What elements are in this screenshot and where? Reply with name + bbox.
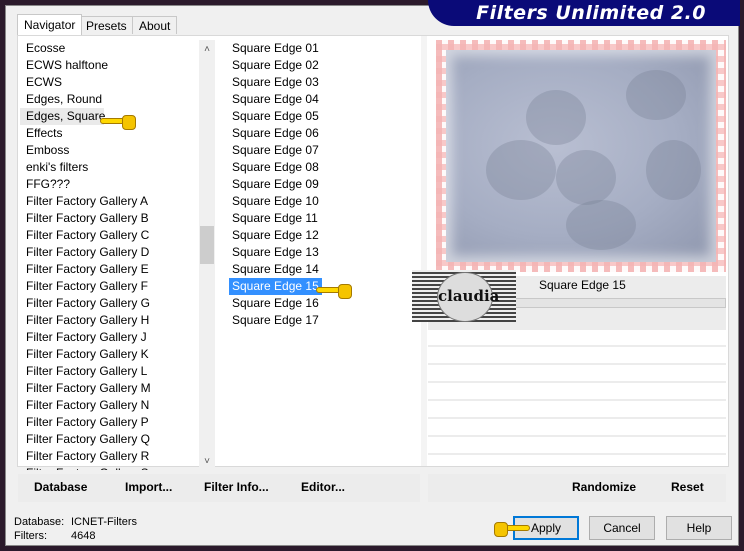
category-item[interactable]: FFG???	[20, 176, 200, 193]
reset-button[interactable]: Reset	[671, 480, 704, 494]
pointing-hand-icon	[494, 520, 530, 538]
filter-item[interactable]: Square Edge 12	[229, 227, 322, 244]
filters-count: 4648	[71, 530, 96, 542]
param-slot	[428, 453, 726, 455]
category-item[interactable]: Filter Factory Gallery S	[20, 465, 200, 470]
category-item[interactable]: Filter Factory Gallery D	[20, 244, 200, 261]
database-label: Database:	[14, 516, 65, 528]
flower-shape	[646, 140, 701, 200]
preview-content	[446, 50, 716, 262]
list-divider	[421, 36, 427, 466]
param-slot	[428, 363, 726, 365]
flower-shape	[526, 90, 586, 145]
filters-label: Filters:	[14, 530, 47, 542]
scroll-up-icon[interactable]: ˄	[199, 42, 215, 58]
category-item[interactable]: Filter Factory Gallery E	[20, 261, 200, 278]
filter-item[interactable]: Square Edge 03	[229, 74, 322, 91]
tab-about[interactable]: About	[132, 16, 178, 34]
category-item[interactable]: Edges, Round	[20, 91, 200, 108]
filter-item[interactable]: Square Edge 05	[229, 108, 322, 125]
filter-item[interactable]: Square Edge 06	[229, 125, 322, 142]
category-item[interactable]: Filter Factory Gallery Q	[20, 431, 200, 448]
tab-presets[interactable]: Presets	[79, 16, 134, 34]
left-button-bar: Database Import... Filter Info... Editor…	[18, 474, 420, 502]
flower-shape	[566, 200, 636, 250]
category-item[interactable]: Filter Factory Gallery R	[20, 448, 200, 465]
right-button-bar: Randomize Reset	[428, 474, 726, 502]
category-item[interactable]: Filter Factory Gallery B	[20, 210, 200, 227]
help-button[interactable]: Help	[666, 516, 732, 540]
filter-item[interactable]: Square Edge 16	[229, 295, 322, 312]
scroll-thumb[interactable]	[200, 226, 214, 264]
param-slot	[428, 435, 726, 437]
category-item[interactable]: Filter Factory Gallery P	[20, 414, 200, 431]
category-item[interactable]: enki's filters	[20, 159, 200, 176]
database-button[interactable]: Database	[34, 480, 87, 494]
preview-image	[436, 40, 726, 272]
title-banner: Filters Unlimited 2.0	[428, 0, 740, 26]
category-item[interactable]: Filter Factory Gallery H	[20, 312, 200, 329]
filter-item[interactable]: Square Edge 13	[229, 244, 322, 261]
category-item[interactable]: Filter Factory Gallery L	[20, 363, 200, 380]
randomize-button[interactable]: Randomize	[572, 480, 636, 494]
filter-item[interactable]: Square Edge 10	[229, 193, 322, 210]
param-slot	[428, 399, 726, 401]
category-scrollbar[interactable]: ˄ ˅	[199, 40, 215, 472]
category-item[interactable]: Filter Factory Gallery N	[20, 397, 200, 414]
status-area: Database: ICNET-Filters Filters: 4648	[14, 515, 137, 543]
category-item[interactable]: Filter Factory Gallery K	[20, 346, 200, 363]
cancel-button[interactable]: Cancel	[589, 516, 655, 540]
category-item[interactable]: Filter Factory Gallery G	[20, 295, 200, 312]
scroll-down-icon[interactable]: ˅	[199, 454, 215, 470]
filter-item[interactable]: Square Edge 08	[229, 159, 322, 176]
filter-item[interactable]: Square Edge 01	[229, 40, 322, 57]
category-item[interactable]: Emboss	[20, 142, 200, 159]
selected-filter-name: Square Edge 15	[539, 278, 626, 292]
flower-shape	[486, 140, 556, 200]
filter-item[interactable]: Square Edge 02	[229, 57, 322, 74]
filter-item[interactable]: Square Edge 14	[229, 261, 322, 278]
filter-item[interactable]: Square Edge 09	[229, 176, 322, 193]
tab-navigator[interactable]: Navigator	[17, 14, 83, 36]
filter-item[interactable]: Square Edge 11	[229, 210, 321, 227]
param-slot	[428, 417, 726, 419]
category-item[interactable]: Filter Factory Gallery M	[20, 380, 200, 397]
flower-shape	[556, 150, 616, 205]
category-item[interactable]: ECWS	[20, 74, 200, 91]
window-title: Filters Unlimited 2.0	[476, 2, 706, 24]
category-item[interactable]: Filter Factory Gallery J	[20, 329, 200, 346]
flower-shape	[626, 70, 686, 120]
param-slot	[428, 345, 726, 347]
watermark-text: claudia	[437, 272, 499, 322]
filter-info-button[interactable]: Filter Info...	[204, 480, 269, 494]
parameter-area	[428, 345, 726, 471]
pointing-hand-icon	[316, 282, 352, 300]
category-item[interactable]: Filter Factory Gallery C	[20, 227, 200, 244]
editor-button[interactable]: Editor...	[301, 480, 345, 494]
filter-item[interactable]: Square Edge 17	[229, 312, 322, 329]
pointing-hand-icon	[100, 113, 136, 131]
import-button[interactable]: Import...	[125, 480, 172, 494]
watermark-logo: claudia	[412, 270, 516, 322]
category-item[interactable]: Filter Factory Gallery A	[20, 193, 200, 210]
filter-item[interactable]: Square Edge 15	[229, 278, 322, 295]
category-item[interactable]: Filter Factory Gallery F	[20, 278, 200, 295]
filter-item[interactable]: Square Edge 04	[229, 91, 322, 108]
category-item[interactable]: Edges, Square	[20, 108, 105, 125]
filter-item[interactable]: Square Edge 07	[229, 142, 322, 159]
category-list[interactable]: Ecosse ECWS halftone ECWS Edges, Round Edges…	[20, 40, 200, 470]
category-item[interactable]: Ecosse	[20, 40, 200, 57]
param-slot	[428, 381, 726, 383]
category-item[interactable]: ECWS halftone	[20, 57, 200, 74]
database-value: ICNET-Filters	[71, 516, 137, 528]
